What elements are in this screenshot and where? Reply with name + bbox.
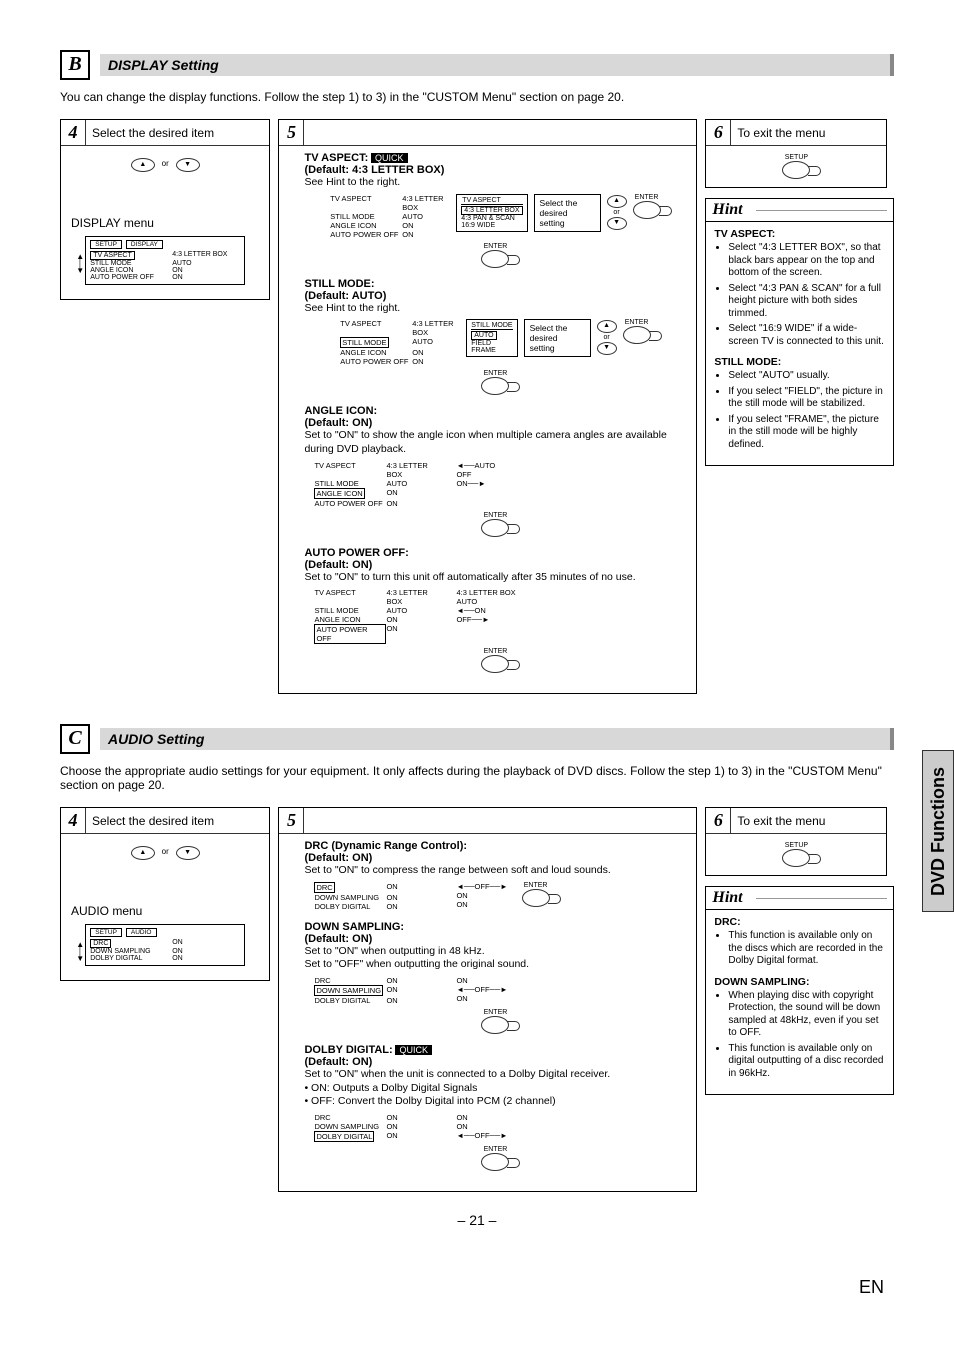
down-sampling-block: DOWN SAMPLING: (Default: ON) Set to "ON"…	[303, 921, 686, 1034]
still-mode-block: STILL MODE: (Default: AUTO) See Hint to …	[303, 278, 686, 396]
section-b-header: B DISPLAY Setting	[60, 50, 894, 80]
lang-code: EN	[859, 1277, 884, 1298]
enter-icon	[481, 377, 509, 395]
step4-box-b: 4Select the desired item ▲ or ▼ DISPLAY …	[60, 119, 270, 300]
section-letter-b: B	[60, 50, 90, 80]
up-icon: ▲	[607, 195, 627, 208]
enter-icon	[633, 201, 661, 219]
section-title-b: DISPLAY Setting	[100, 54, 894, 76]
enter-icon	[481, 655, 509, 673]
audio-menu-label: AUDIO menu	[71, 904, 259, 918]
enter-icon	[522, 889, 550, 907]
down-icon: ▼	[607, 217, 627, 230]
enter-icon	[481, 1153, 509, 1171]
setup-icon	[782, 849, 810, 867]
section-letter-c: C	[60, 724, 90, 754]
section-title-c: AUDIO Setting	[100, 728, 894, 750]
auto-power-block: AUTO POWER OFF: (Default: ON) Set to "ON…	[303, 547, 686, 674]
audio-osd: ▲│▼ SETUP AUDIO DRCON DOWN SAMPLINGON DO…	[85, 924, 245, 966]
quick-badge: QUICK	[395, 1045, 432, 1055]
enter-icon	[623, 326, 651, 344]
quick-badge: QUICK	[371, 153, 408, 163]
setup-icon	[782, 161, 810, 179]
down-icon: ▼	[176, 846, 200, 860]
drc-block: DRC (Dynamic Range Control): (Default: O…	[303, 840, 686, 911]
step6-box-b: 6To exit the menu SETUP	[705, 119, 887, 188]
side-tab: DVD Functions	[922, 750, 954, 912]
display-menu-label: DISPLAY menu	[71, 216, 259, 230]
step6-box-c: 6To exit the menu SETUP	[705, 807, 887, 876]
step5-box-c: 5 DRC (Dynamic Range Control): (Default:…	[278, 807, 697, 1192]
tv-aspect-block: TV ASPECT: QUICK (Default: 4:3 LETTER BO…	[303, 152, 686, 268]
step5-box-b: 5 TV ASPECT: QUICK (Default: 4:3 LETTER …	[278, 119, 697, 694]
section-c-header: C AUDIO Setting	[60, 724, 894, 754]
section-b-intro: You can change the display functions. Fo…	[60, 90, 894, 104]
section-c-intro: Choose the appropriate audio settings fo…	[60, 764, 894, 792]
hint-box-c: Hint DRC: This function is available onl…	[705, 886, 894, 1095]
up-icon: ▲	[131, 158, 155, 172]
angle-icon-block: ANGLE ICON: (Default: ON) Set to "ON" to…	[303, 405, 686, 536]
page-number: – 21 –	[60, 1212, 894, 1228]
down-icon: ▼	[176, 158, 200, 172]
enter-icon	[481, 519, 509, 537]
display-osd: ▲│▼ SETUP DISPLAY TV ASPECT4:3 LETTER BO…	[85, 236, 245, 285]
step4-box-c: 4Select the desired item ▲ or ▼ AUDIO me…	[60, 807, 270, 981]
hint-box-b: Hint TV ASPECT: Select "4:3 LETTER BOX",…	[705, 198, 894, 466]
dolby-block: DOLBY DIGITAL: QUICK (Default: ON) Set t…	[303, 1044, 686, 1171]
up-icon: ▲	[131, 846, 155, 860]
enter-icon	[481, 250, 509, 268]
enter-icon	[481, 1016, 509, 1034]
up-down-buttons: ▲ or ▼	[71, 158, 259, 172]
